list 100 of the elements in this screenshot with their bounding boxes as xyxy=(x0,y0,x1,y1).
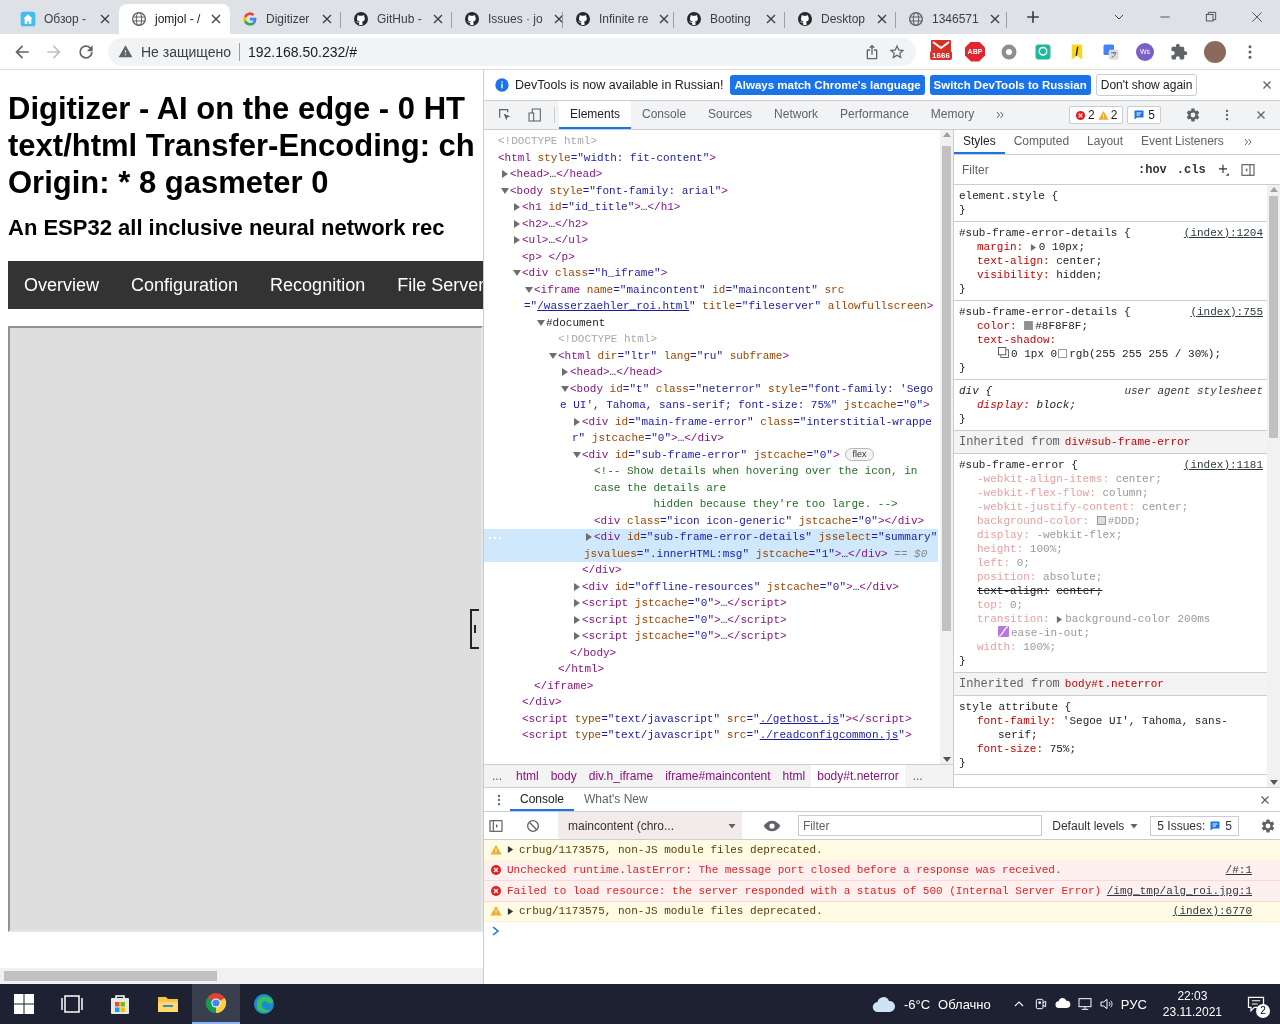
dom-node-text[interactable]: <script jstcache="0">…</script> xyxy=(572,595,787,612)
mail-extension[interactable]: 1666 xyxy=(926,37,956,66)
vertical-scrollbar[interactable] xyxy=(940,130,953,764)
dismiss-button[interactable]: Don't show again xyxy=(1095,74,1198,96)
dom-node-text[interactable]: <h1 id="id_title">…</h1> xyxy=(512,199,681,216)
sidebar-toggle-icon[interactable] xyxy=(488,817,504,834)
disclosure-triangle-icon[interactable] xyxy=(507,907,514,915)
speech-bubble-icon[interactable] xyxy=(1246,994,1266,1014)
dom-node-text[interactable]: <div id="sub-frame-error" jstcache="0"> xyxy=(572,446,840,463)
scrollbar-thumb[interactable] xyxy=(4,971,217,981)
browser-tab[interactable]: GitHub - xyxy=(341,4,452,34)
dom-node-text[interactable]: </body> xyxy=(570,644,617,661)
source-link[interactable]: (index):755 xyxy=(1190,305,1263,319)
breadcrumb[interactable]: html xyxy=(776,769,812,783)
sidebar-toggle-icon[interactable] xyxy=(1239,161,1256,178)
dom-node-text[interactable]: #document xyxy=(536,314,606,331)
panel-tab[interactable]: Network xyxy=(763,101,830,129)
bookmark-icon[interactable] xyxy=(1069,42,1085,61)
dom-node-text[interactable]: <script type="text/javascript" src="./readconfigcommon.js"> xyxy=(522,727,912,744)
drawer-tab[interactable]: What's New xyxy=(574,788,658,811)
dom-node-text[interactable]: <div class="icon icon-generic" jstcache="0"></div> xyxy=(594,512,925,529)
inspect-cursor-icon[interactable] xyxy=(497,107,513,123)
browser-tab[interactable]: Desktop xyxy=(785,4,896,34)
dom-node-text[interactable]: </html> xyxy=(558,661,605,678)
inherited-selector[interactable]: body#t.neterror xyxy=(1064,678,1164,690)
breadcrumb[interactable]: html xyxy=(510,769,545,783)
language-button[interactable]: Switch DevTools to Russian xyxy=(929,75,1091,95)
address-bar[interactable]: Не защищено 192.168.50.232/# xyxy=(108,37,916,66)
disclosure-triangle-icon[interactable] xyxy=(507,846,514,854)
scroll-down-icon[interactable] xyxy=(942,757,951,762)
dom-node-text[interactable]: </iframe> xyxy=(534,677,594,694)
dom-node-text[interactable]: <head>…</head> xyxy=(560,364,663,381)
dom-node-text[interactable]: <div id="main-frame-error" class="interstitial-wrapper" jstcache="0">…</div> xyxy=(572,413,938,447)
scrollbar-thumb[interactable] xyxy=(942,146,951,631)
browser-tab[interactable]: 1346571 xyxy=(896,4,1007,34)
dom-node-text[interactable]: <html style="width: fit-content"> xyxy=(498,149,716,166)
context-selector[interactable]: maincontent (chro... xyxy=(557,812,742,839)
browser-tab[interactable]: Обзор - xyxy=(8,4,119,34)
shadow-icon[interactable] xyxy=(998,347,1009,358)
more-dots-icon[interactable] xyxy=(487,535,503,541)
close-icon[interactable] xyxy=(1249,9,1265,25)
breadcrumb[interactable]: body xyxy=(544,769,583,783)
settings-icon[interactable] xyxy=(1260,817,1277,834)
restore-icon[interactable] xyxy=(1203,9,1219,25)
color-swatch[interactable] xyxy=(1024,321,1034,330)
panel-tab[interactable]: Sources xyxy=(697,101,764,129)
avatar[interactable] xyxy=(1204,40,1226,63)
language-button[interactable]: Always match Chrome's language xyxy=(730,75,925,95)
dom-node-text[interactable]: <iframe name="maincontent" id="maincontent" src ="/wasserzaehler_roi.html" title="fileserver" allowfullscreen> xyxy=(524,281,938,315)
dom-node-text[interactable]: <ul>…</ul> xyxy=(512,232,589,249)
dom-node-text[interactable]: <div class="h_iframe"> xyxy=(512,265,668,282)
inherited-selector[interactable]: div#sub-frame-error xyxy=(1064,436,1191,448)
dom-node-text[interactable]: <head>…</head> xyxy=(500,166,603,183)
speaker-icon[interactable] xyxy=(1098,996,1115,1012)
browser-tab[interactable]: Digitizer xyxy=(230,4,341,34)
prompt-chevron-icon[interactable] xyxy=(492,926,500,936)
input-language[interactable]: РУС xyxy=(1120,996,1147,1012)
dom-node-text[interactable]: <h2>…</h2> xyxy=(512,215,589,232)
browser-tab[interactable]: jomjol - / xyxy=(119,4,230,34)
dom-node-text[interactable]: <div id="offline-resources" jstcache="0">…</div> xyxy=(572,578,899,595)
browser-tab[interactable]: Issues · jo xyxy=(452,4,563,34)
weather-widget[interactable]: -6°C Облачно xyxy=(871,995,991,1013)
more-button[interactable]: ... xyxy=(484,769,510,783)
flex-badge[interactable]: flex xyxy=(845,447,874,461)
settings-icon[interactable] xyxy=(1185,107,1201,123)
nav-link[interactable]: Recognition xyxy=(254,261,382,309)
browser-tab[interactable]: Infinite re xyxy=(563,4,674,34)
toggle-button[interactable]: .cls xyxy=(1176,162,1206,177)
panel-tab[interactable]: Memory xyxy=(919,101,986,129)
color-swatch[interactable] xyxy=(1058,349,1068,358)
dom-node-text[interactable]: <script jstcache="0">…</script> xyxy=(572,628,787,645)
sidebar-tab[interactable]: Event Listeners xyxy=(1132,130,1233,154)
taskbar-button[interactable] xyxy=(192,984,240,1024)
share-icon[interactable] xyxy=(864,43,880,60)
browser-tab[interactable]: Booting xyxy=(674,4,785,34)
dom-node-text[interactable]: <body id="t" class="neterror" style="font-family: 'Segoe UI', Tahoma, sans-serif; font-size: 75%" jstcache="0"> xyxy=(560,380,938,414)
breadcrumb[interactable]: body#t.neterror xyxy=(811,765,905,787)
dom-node-text[interactable]: <script jstcache="0">…</script> xyxy=(572,611,787,628)
panel-tab[interactable]: Elements xyxy=(559,101,632,129)
horizontal-scrollbar[interactable] xyxy=(0,968,483,984)
source-link[interactable]: /#:1 xyxy=(1225,864,1252,877)
ring-icon[interactable] xyxy=(1000,42,1018,61)
link[interactable]: ./readconfigcommon.js xyxy=(759,729,899,741)
breadcrumb[interactable]: div.h_iframe xyxy=(582,769,660,783)
dom-node-text[interactable]: </div> xyxy=(582,562,622,579)
sidebar-tab[interactable]: Styles xyxy=(954,130,1005,154)
clock[interactable]: 22:03 23.11.2021 xyxy=(1162,988,1222,1020)
breadcrumb[interactable]: iframe#maincontent xyxy=(659,769,777,783)
link[interactable]: /wasserzaehler_roi.html xyxy=(537,300,690,312)
filter-field[interactable]: Filter xyxy=(797,815,1043,836)
source-link[interactable]: /img_tmp/alg_roi.jpg:1 xyxy=(1106,884,1252,897)
sidebar-tab[interactable]: Computed xyxy=(1004,130,1079,154)
dom-node-text[interactable]: <p> </p> xyxy=(522,248,575,265)
monitor-icon[interactable] xyxy=(1076,996,1093,1012)
source-link[interactable]: (index):6770 xyxy=(1172,905,1252,918)
dom-node-text[interactable]: <!-- Show details when hovering over the icon, in case the details are hidden because they're too large. --> xyxy=(594,463,938,513)
clear-console-icon[interactable] xyxy=(525,817,541,834)
issues-button[interactable]: 5 Issues: 5 xyxy=(1150,815,1240,836)
expand-triangle-icon[interactable] xyxy=(1029,244,1037,251)
levels-dropdown[interactable]: Default levels xyxy=(1046,818,1147,833)
